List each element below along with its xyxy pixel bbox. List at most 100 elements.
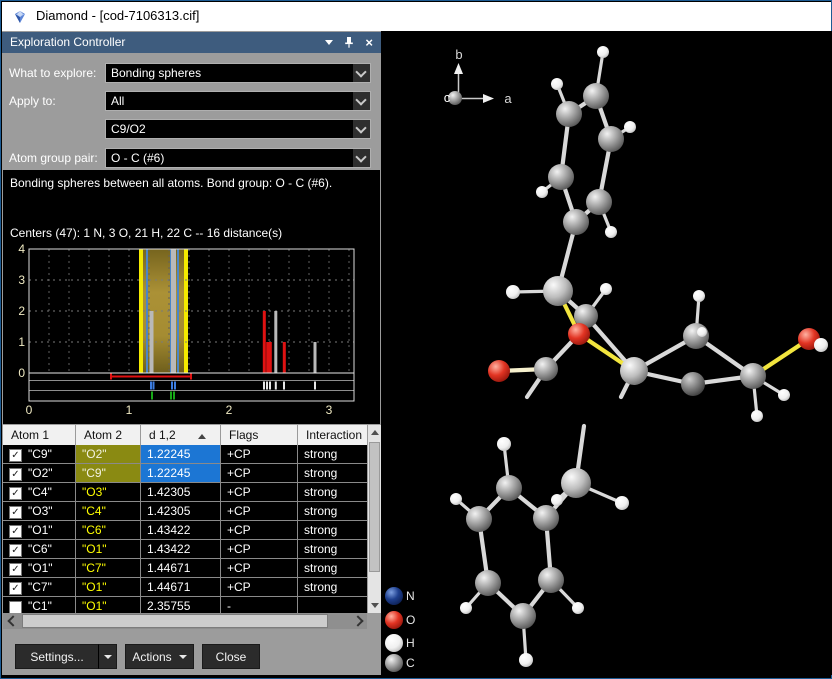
cell[interactable]: strong [298,540,367,559]
scroll-left-arrow[interactable] [3,613,19,629]
atom-C[interactable] [740,363,766,389]
table-row[interactable]: "C1""O1"2.35755- [3,597,367,613]
cell[interactable]: "C6" [76,521,141,540]
atom-H[interactable] [597,46,609,58]
cell[interactable]: ✓"O3" [3,502,76,521]
molecule-canvas[interactable]: bac NOHC [381,31,832,675]
cell[interactable]: ✓"C4" [3,483,76,502]
dropdown-button[interactable] [352,120,370,138]
table-row[interactable]: ✓"C9""O2"1.22245+CPstrong [3,445,367,464]
row-checkbox[interactable]: ✓ [9,487,22,500]
cell[interactable]: +CP [221,521,298,540]
close-icon[interactable]: × [365,36,373,49]
atom-H[interactable] [751,410,763,422]
atom-H[interactable] [605,226,617,238]
cell[interactable]: +CP [221,445,298,464]
table-row[interactable]: ✓"C7""O1"1.44671+CPstrong [3,578,367,597]
col-flags[interactable]: Flags [221,425,298,445]
atom-H[interactable] [536,186,548,198]
atom-C[interactable] [583,83,609,109]
table-row[interactable]: ✓"O1""C7"1.44671+CPstrong [3,559,367,578]
atom-H[interactable] [450,493,462,505]
pin-icon[interactable] [343,36,355,49]
row-checkbox[interactable]: ✓ [9,468,22,481]
cell[interactable]: "C7" [76,559,141,578]
scroll-down-arrow[interactable] [368,598,381,613]
cell[interactable]: strong [298,559,367,578]
scroll-up-arrow[interactable] [368,425,381,440]
cell[interactable]: +CP [221,502,298,521]
col-d12[interactable]: d 1,2 [141,425,221,445]
row-checkbox[interactable]: ✓ [9,449,22,462]
distance-table[interactable]: ✓"C9""O2"1.22245+CPstrong✓"O2""C9"1.2224… [3,445,367,613]
cell[interactable]: strong [298,578,367,597]
atom-H[interactable] [778,389,790,401]
cell[interactable]: 1.22245 [141,445,221,464]
cell[interactable]: "O2" [76,445,141,464]
table-vertical-scrollbar[interactable] [368,425,381,613]
table-row[interactable]: ✓"C4""O3"1.42305+CPstrong [3,483,367,502]
atom-C[interactable] [510,603,536,629]
cell[interactable] [298,597,367,613]
cell[interactable]: "O1" [76,540,141,559]
row-checkbox[interactable]: ✓ [9,525,22,538]
row-checkbox[interactable]: ✓ [9,506,22,519]
atom-H[interactable] [460,602,472,614]
atom-C[interactable] [556,101,582,127]
cell[interactable]: +CP [221,540,298,559]
cell[interactable]: 1.44671 [141,559,221,578]
close-button[interactable]: Close [202,644,260,669]
atom-H[interactable] [572,602,584,614]
atom-C[interactable] [538,567,564,593]
cell[interactable]: strong [298,483,367,502]
atom-C[interactable] [586,189,612,215]
atom-H[interactable] [693,290,705,302]
atom-C[interactable] [561,468,591,498]
atom-O[interactable] [568,323,590,345]
atom-C[interactable] [534,357,558,381]
actions-button[interactable]: Actions [125,644,194,669]
atom-C[interactable] [598,126,624,152]
settings-dropdown-arrow[interactable] [98,644,117,669]
atom-H[interactable] [497,437,511,451]
cell[interactable]: ✓"O1" [3,521,76,540]
cell[interactable]: - [221,597,298,613]
cell[interactable]: 1.42305 [141,483,221,502]
cell[interactable]: 1.44671 [141,578,221,597]
settings-button[interactable]: Settings... [15,644,99,669]
atom-C[interactable] [548,164,574,190]
atom-H[interactable] [506,285,520,299]
atom-C[interactable] [543,276,573,306]
what-to-explore-select[interactable]: Bonding spheres [105,63,371,83]
table-row[interactable]: ✓"O1""C6"1.43422+CPstrong [3,521,367,540]
cell[interactable]: 1.43422 [141,540,221,559]
scrollbar-thumb[interactable] [22,614,328,628]
cell[interactable]: "C1" [3,597,76,613]
cell[interactable]: 1.22245 [141,464,221,483]
cell[interactable]: strong [298,521,367,540]
cell[interactable]: 2.35755 [141,597,221,613]
dropdown-button[interactable] [352,64,370,82]
col-atom1[interactable]: Atom 1 [3,425,76,445]
cell[interactable]: strong [298,464,367,483]
table-row[interactable]: ✓"O2""C9"1.22245+CPstrong [3,464,367,483]
cell[interactable]: "C9" [76,464,141,483]
table-row[interactable]: ✓"O3""C4"1.42305+CPstrong [3,502,367,521]
col-interaction[interactable]: Interaction [298,425,367,445]
cell[interactable]: "O1" [76,578,141,597]
cell[interactable]: strong [298,445,367,464]
cell[interactable]: ✓"C9" [3,445,76,464]
cell[interactable]: +CP [221,464,298,483]
cell[interactable]: strong [298,502,367,521]
scroll-right-arrow[interactable] [351,613,367,629]
table-horizontal-scrollbar[interactable] [3,613,367,629]
atom-C[interactable] [683,323,709,349]
dropdown-button[interactable] [352,149,370,167]
cell[interactable]: +CP [221,578,298,597]
row-checkbox[interactable]: ✓ [9,582,22,595]
atom-C[interactable] [466,506,492,532]
atom-H[interactable] [551,78,563,90]
atom-H[interactable] [624,121,636,133]
atom-H[interactable] [814,338,828,352]
apply-to-select[interactable]: All [105,91,371,111]
